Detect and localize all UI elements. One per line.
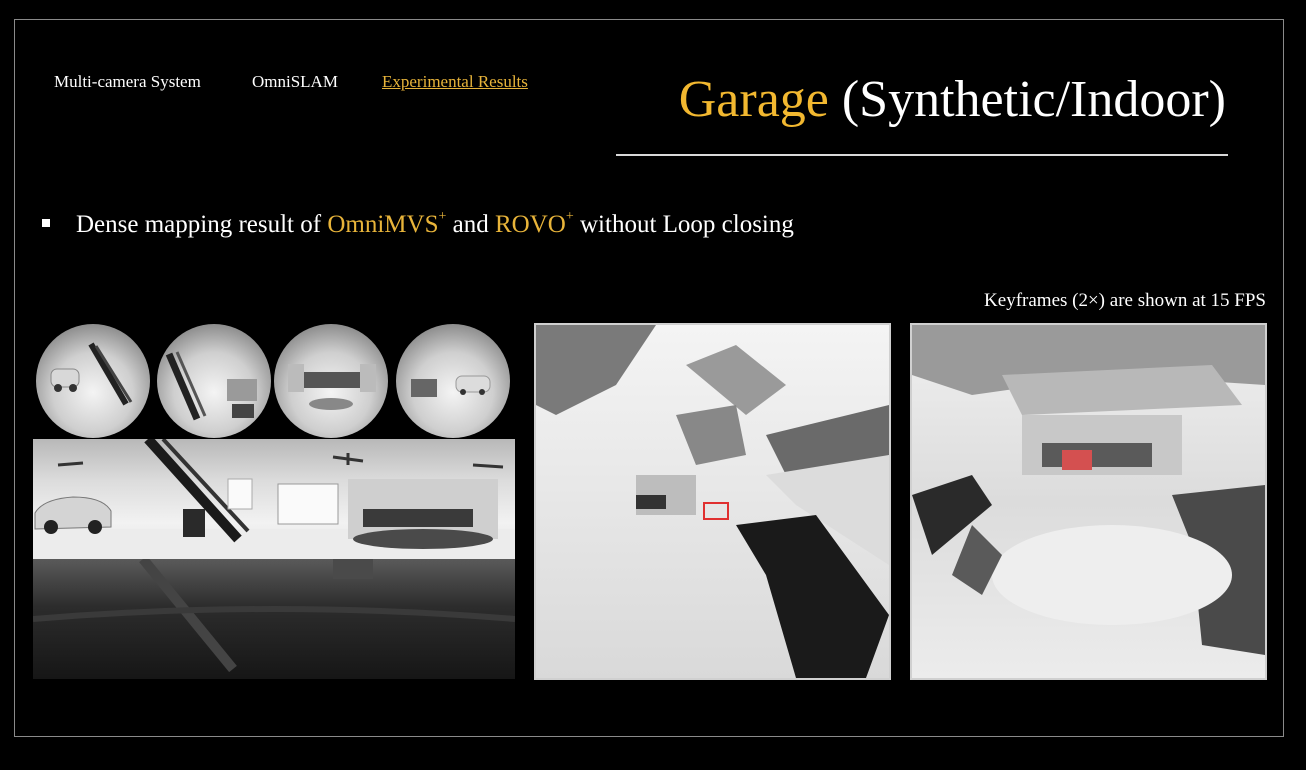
bullet-point: Dense mapping result of OmniMVS+ and ROV…: [42, 209, 794, 239]
fisheye-image-3: [274, 324, 388, 438]
bullet-prefix: Dense mapping result of: [76, 211, 328, 238]
method-rovo: ROVO+: [495, 209, 574, 238]
slide-title: Garage (Synthetic/Indoor): [679, 74, 1226, 126]
nav-experimental-results[interactable]: Experimental Results: [382, 72, 528, 92]
bullet-middle: and: [446, 211, 495, 238]
nav-omnislam[interactable]: OmniSLAM: [252, 72, 338, 92]
dense-map-view-2: [910, 323, 1267, 680]
method-rovo-sup: +: [565, 209, 574, 224]
method-omnimvs-sup: +: [438, 209, 447, 224]
fps-caption: Keyframes (2×) are shown at 15 FPS: [984, 290, 1266, 311]
panorama-image: [33, 439, 515, 559]
fisheye-image-1: [36, 324, 150, 438]
bullet-suffix: without Loop closing: [573, 211, 794, 238]
method-omnimvs: OmniMVS+: [327, 209, 447, 238]
title-accent: Garage: [678, 71, 829, 128]
title-underline: [616, 154, 1228, 156]
fisheye-image-2: [157, 324, 271, 438]
bullet-square-icon: [42, 219, 50, 228]
method-omnimvs-label: OmniMVS: [327, 211, 439, 238]
dense-map-view-1: [534, 323, 891, 680]
nav-multi-camera-system[interactable]: Multi-camera System: [54, 72, 201, 92]
fisheye-image-4: [396, 324, 510, 438]
depth-map-image: [33, 559, 515, 679]
method-rovo-label: ROVO: [495, 211, 566, 238]
title-rest: (Synthetic/Indoor): [828, 71, 1226, 128]
